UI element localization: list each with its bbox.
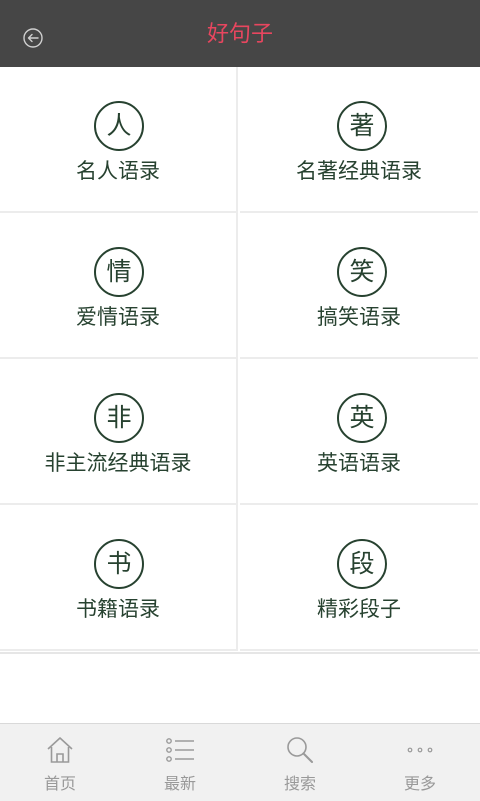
category-icon: 书 — [94, 539, 144, 589]
page-title: 好句子 — [206, 22, 273, 47]
category-label: 搞笑语录 — [317, 305, 401, 329]
tab-latest[interactable]: 最新 — [120, 724, 240, 801]
tab-label: 搜索 — [283, 774, 316, 793]
category-funny-quotes[interactable]: 笑 搞笑语录 — [240, 213, 478, 359]
category-famous-quotes[interactable]: 人 名人语录 — [0, 67, 238, 213]
category-love-quotes[interactable]: 情 爱情语录 — [0, 213, 238, 359]
category-grid: 人 名人语录 著 名著经典语录 情 爱情语录 笑 搞笑语录 非 非主流经典语录 … — [0, 67, 480, 654]
category-icon: 英 — [337, 393, 387, 443]
category-label: 名著经典语录 — [296, 159, 422, 183]
home-icon — [47, 737, 73, 763]
header-bar: 好句子 — [0, 0, 480, 67]
category-book-quotes[interactable]: 书 书籍语录 — [0, 505, 238, 651]
category-label: 精彩段子 — [317, 597, 401, 621]
tab-label: 更多 — [403, 774, 436, 793]
search-icon — [287, 737, 313, 763]
tab-label: 首页 — [43, 774, 76, 793]
category-label: 名人语录 — [76, 159, 160, 183]
tab-more[interactable]: 更多 — [360, 724, 480, 801]
category-icon: 人 — [94, 101, 144, 151]
category-english-quotes[interactable]: 英 英语语录 — [240, 359, 478, 505]
category-label: 非主流经典语录 — [44, 451, 192, 475]
tab-label: 最新 — [163, 774, 196, 793]
category-classic-book-quotes[interactable]: 著 名著经典语录 — [240, 67, 478, 213]
category-icon: 著 — [337, 101, 387, 151]
list-icon — [166, 738, 194, 762]
bottom-tab-bar: 首页 最新 搜索 更多 — [0, 723, 480, 801]
category-icon: 段 — [337, 539, 387, 589]
more-dots-icon — [407, 747, 433, 753]
category-icon: 情 — [94, 247, 144, 297]
tab-search[interactable]: 搜索 — [240, 724, 360, 801]
category-icon: 非 — [94, 393, 144, 443]
category-label: 英语语录 — [317, 451, 401, 475]
category-label: 书籍语录 — [76, 597, 160, 621]
tab-home[interactable]: 首页 — [0, 724, 120, 801]
category-label: 爱情语录 — [76, 305, 160, 329]
category-nonmainstream-quotes[interactable]: 非 非主流经典语录 — [0, 359, 238, 505]
category-jokes[interactable]: 段 精彩段子 — [240, 505, 478, 651]
category-icon: 笑 — [337, 247, 387, 297]
